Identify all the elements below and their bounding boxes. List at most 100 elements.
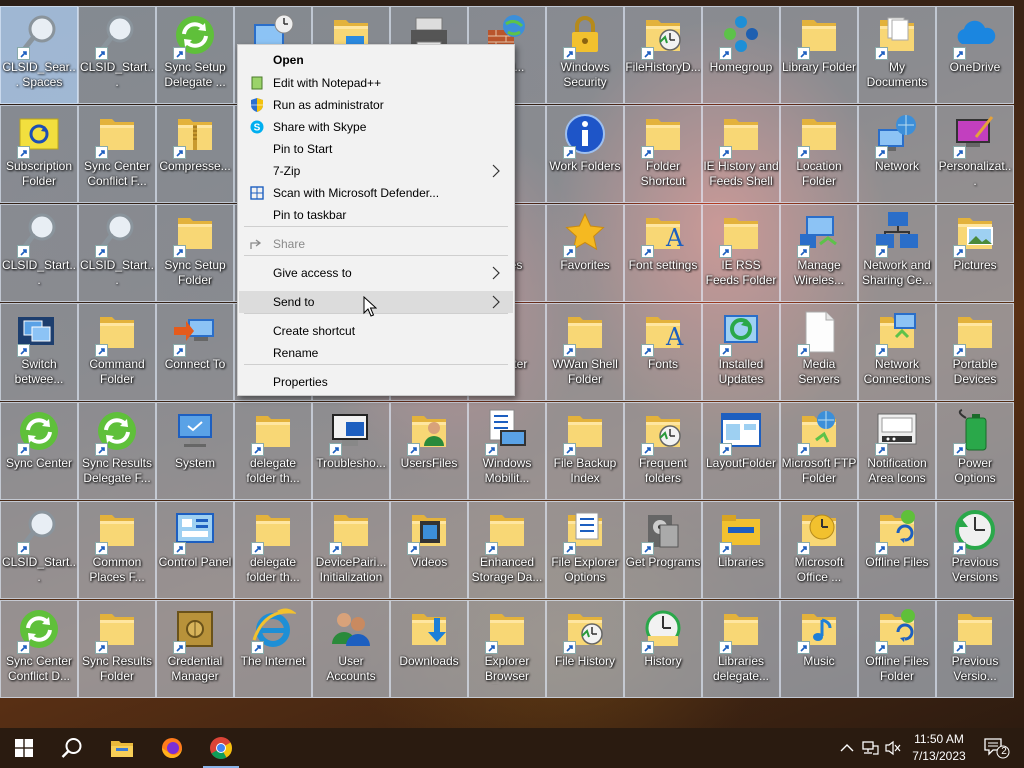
desktop-icon[interactable]: Get Programs — [624, 501, 702, 599]
desktop-icon[interactable]: Windows Mobilit... — [468, 402, 546, 500]
desktop-icon[interactable]: Work Folders — [546, 105, 624, 203]
desktop-icon[interactable]: FileHistoryD... — [624, 6, 702, 104]
menu-item-scan-with-microsoft-defender[interactable]: Scan with Microsoft Defender... — [239, 182, 513, 204]
desktop-icon[interactable]: File Backup Index — [546, 402, 624, 500]
desktop-icon[interactable]: Sync Center — [0, 402, 78, 500]
desktop-icon[interactable]: Sync Setup Folder — [156, 204, 234, 302]
desktop-icon[interactable]: Manage Wireles... — [780, 204, 858, 302]
network-icon[interactable] — [861, 738, 879, 758]
desktop-icon[interactable]: The Internet — [234, 600, 312, 698]
desktop-icon[interactable]: Media Servers — [780, 303, 858, 401]
volume-muted-icon[interactable] — [884, 738, 902, 758]
desktop-icon[interactable]: Microsoft Office ... — [780, 501, 858, 599]
desktop-icon[interactable]: delegate folder th... — [234, 501, 312, 599]
desktop-icon[interactable]: Music — [780, 600, 858, 698]
desktop-icon[interactable]: My Documents — [858, 6, 936, 104]
desktop-icon[interactable]: Network — [858, 105, 936, 203]
desktop-icon[interactable]: Explorer Browser Res... — [468, 600, 546, 698]
desktop-icon[interactable]: Offline Files — [858, 501, 936, 599]
desktop-icon[interactable]: IE RSS Feeds Folder — [702, 204, 780, 302]
desktop-icon[interactable]: File Explorer Options — [546, 501, 624, 599]
desktop-icon[interactable]: Homegroup — [702, 6, 780, 104]
desktop-icon[interactable]: Enhanced Storage Da... — [468, 501, 546, 599]
desktop-icon[interactable]: Libraries delegate... — [702, 600, 780, 698]
menu-item-open[interactable]: Open — [239, 49, 513, 71]
menu-item-7-zip[interactable]: 7-Zip — [239, 160, 513, 182]
desktop-icon-label: Offline Files Folder — [865, 654, 929, 683]
menu-item-rename[interactable]: Rename — [239, 342, 513, 364]
desktop-icon[interactable]: UsersFiles — [390, 402, 468, 500]
desktop-icon-label: delegate folder th... — [246, 555, 300, 584]
firefox-button[interactable] — [148, 728, 196, 768]
desktop-icon[interactable]: User Accounts — [312, 600, 390, 698]
desktop-icon[interactable]: Connect To — [156, 303, 234, 401]
menu-item-pin-to-taskbar[interactable]: Pin to taskbar — [239, 204, 513, 226]
file-explorer-button[interactable] — [98, 728, 146, 768]
desktop-icon[interactable]: Sync Results Delegate F... — [78, 402, 156, 500]
desktop-icon[interactable]: Libraries — [702, 501, 780, 599]
desktop-icon[interactable]: Portable Devices — [936, 303, 1014, 401]
desktop-icon[interactable]: Notification Area Icons — [858, 402, 936, 500]
shortcut-arrow-icon — [797, 542, 810, 555]
desktop-icon[interactable]: Credential Manager — [156, 600, 234, 698]
desktop-icon[interactable]: Power Options — [936, 402, 1014, 500]
desktop-icon[interactable]: Common Places F... — [78, 501, 156, 599]
desktop-icon[interactable]: Frequent folders — [624, 402, 702, 500]
desktop-icon[interactable]: Pictures — [936, 204, 1014, 302]
desktop-icon[interactable]: Videos — [390, 501, 468, 599]
desktop-icon[interactable]: Control Panel — [156, 501, 234, 599]
desktop-icon[interactable]: Switch betwee... — [0, 303, 78, 401]
desktop-icon[interactable]: Sync Center Conflict D... — [0, 600, 78, 698]
desktop-icon[interactable]: Sync Results Folder — [78, 600, 156, 698]
desktop-icon[interactable]: DevicePairi... Initialization — [312, 501, 390, 599]
desktop-icon[interactable]: Personalizat... — [936, 105, 1014, 203]
desktop-icon[interactable]: Microsoft FTP Folder — [780, 402, 858, 500]
desktop-icon[interactable]: IE History and Feeds Shell ... — [702, 105, 780, 203]
desktop-icon[interactable]: A Font settings — [624, 204, 702, 302]
menu-item-properties[interactable]: Properties — [239, 371, 513, 393]
desktop-icon[interactable]: Windows Security — [546, 6, 624, 104]
desktop-icon[interactable]: Network and Sharing Ce... — [858, 204, 936, 302]
desktop-icon[interactable]: Folder Shortcut — [624, 105, 702, 203]
desktop-icon[interactable]: CLSID_Start... — [0, 501, 78, 599]
desktop-icon[interactable]: System — [156, 402, 234, 500]
chrome-button[interactable] — [197, 728, 245, 768]
search-button[interactable] — [48, 728, 96, 768]
menu-item-edit-with-notepad[interactable]: Edit with Notepad++ — [239, 72, 513, 94]
desktop-icon[interactable]: Offline Files Folder — [858, 600, 936, 698]
desktop-icon[interactable]: LayoutFolder — [702, 402, 780, 500]
desktop-icon[interactable]: Favorites — [546, 204, 624, 302]
menu-item-run-as-administrator[interactable]: Run as administrator — [239, 94, 513, 116]
desktop-icon[interactable]: Library Folder — [780, 6, 858, 104]
desktop-icon[interactable]: delegate folder th... — [234, 402, 312, 500]
desktop-icon[interactable]: Sync Center Conflict F... — [78, 105, 156, 203]
desktop-icon[interactable]: Command Folder — [78, 303, 156, 401]
desktop-icon[interactable]: A Fonts — [624, 303, 702, 401]
desktop-icon[interactable]: Subscription Folder — [0, 105, 78, 203]
menu-item-create-shortcut[interactable]: Create shortcut — [239, 320, 513, 342]
desktop-icon[interactable]: Sync Setup Delegate ... — [156, 6, 234, 104]
start-button[interactable] — [0, 728, 48, 768]
taskbar-clock[interactable]: 11:50 AM 7/13/2023 — [906, 731, 972, 765]
desktop-icon[interactable]: History — [624, 600, 702, 698]
desktop-icon[interactable]: Location Folder — [780, 105, 858, 203]
desktop-icon[interactable]: Previous Versio... — [936, 600, 1014, 698]
desktop-icon[interactable]: CLSID_Start... — [0, 204, 78, 302]
desktop-icon[interactable]: Installed Updates — [702, 303, 780, 401]
action-center-button[interactable]: 2 — [982, 738, 1012, 759]
desktop-icon[interactable]: Downloads — [390, 600, 468, 698]
desktop-icon[interactable]: WWan Shell Folder — [546, 303, 624, 401]
desktop-icon[interactable]: Network Connections — [858, 303, 936, 401]
desktop-icon[interactable]: File History — [546, 600, 624, 698]
desktop-icon[interactable]: Compresse... — [156, 105, 234, 203]
desktop-icon[interactable]: Previous Versions — [936, 501, 1014, 599]
show-hidden-icons-chevron-icon[interactable] — [838, 738, 856, 758]
menu-item-pin-to-start[interactable]: Pin to Start — [239, 138, 513, 160]
menu-item-give-access-to[interactable]: Give access to — [239, 262, 513, 284]
desktop-icon[interactable]: Troublesho... — [312, 402, 390, 500]
desktop-icon[interactable]: CLSID_Start... — [78, 204, 156, 302]
desktop-icon[interactable]: OneDrive — [936, 6, 1014, 104]
desktop-icon[interactable]: CLSID_Sear... Spaces — [0, 6, 78, 104]
menu-item-share-with-skype[interactable]: S Share with Skype — [239, 116, 513, 138]
desktop-icon[interactable]: CLSID_Start... — [78, 6, 156, 104]
